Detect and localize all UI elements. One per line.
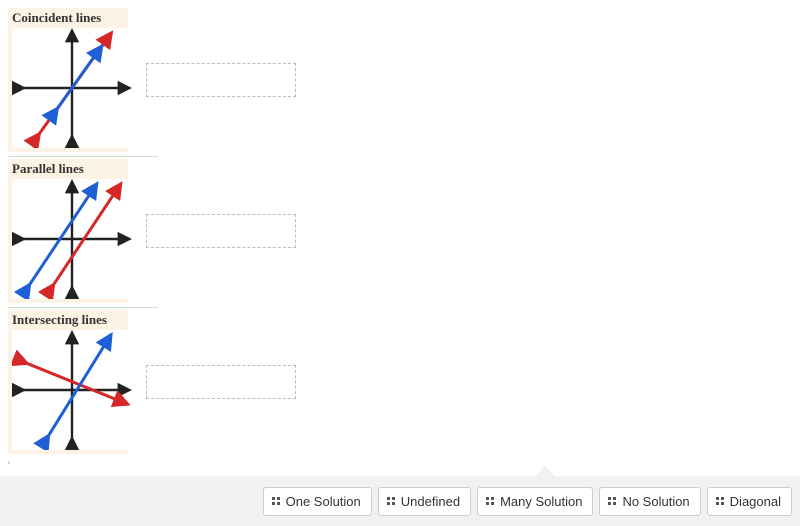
graph-intersecting bbox=[12, 330, 132, 450]
chip-label: No Solution bbox=[622, 494, 689, 509]
separator bbox=[8, 156, 158, 157]
chip-label: Many Solution bbox=[500, 494, 582, 509]
drag-handle-icon bbox=[387, 497, 395, 505]
line-blue bbox=[54, 51, 98, 113]
panel-title-intersecting: Intersecting lines bbox=[8, 310, 128, 330]
chip-one-solution[interactable]: One Solution bbox=[263, 487, 372, 516]
graph-coincident bbox=[12, 28, 132, 148]
drag-handle-icon bbox=[716, 497, 724, 505]
dropzone-coincident[interactable] bbox=[146, 63, 296, 97]
row-intersecting: Intersecting lines bbox=[8, 310, 792, 454]
row-coincident: Coincident lines bbox=[8, 8, 792, 152]
chip-label: One Solution bbox=[286, 494, 361, 509]
drag-handle-icon bbox=[272, 497, 280, 505]
panel-title-parallel: Parallel lines bbox=[8, 159, 128, 179]
dropzone-intersecting[interactable] bbox=[146, 365, 296, 399]
graph-parallel bbox=[12, 179, 132, 299]
panel-parallel: Parallel lines bbox=[8, 159, 128, 303]
row-parallel: Parallel lines bbox=[8, 159, 792, 303]
separator bbox=[8, 307, 158, 308]
dropzone-parallel[interactable] bbox=[146, 214, 296, 248]
drag-handle-icon bbox=[608, 497, 616, 505]
chip-diagonal[interactable]: Diagonal bbox=[707, 487, 792, 516]
panel-intersecting: Intersecting lines bbox=[8, 310, 128, 454]
options-tray: One Solution Undefined Many Solution No … bbox=[0, 476, 800, 526]
worksheet-area: Coincident lines bbox=[0, 0, 800, 454]
panel-coincident: Coincident lines bbox=[8, 8, 128, 152]
chip-undefined[interactable]: Undefined bbox=[378, 487, 471, 516]
chip-many-solution[interactable]: Many Solution bbox=[477, 487, 593, 516]
chip-label: Diagonal bbox=[730, 494, 781, 509]
options-tray-caret-icon bbox=[535, 466, 555, 476]
panel-title-coincident: Coincident lines bbox=[8, 8, 128, 28]
stray-quote-mark: ' bbox=[8, 460, 10, 472]
chip-label: Undefined bbox=[401, 494, 460, 509]
chip-no-solution[interactable]: No Solution bbox=[599, 487, 700, 516]
drag-handle-icon bbox=[486, 497, 494, 505]
